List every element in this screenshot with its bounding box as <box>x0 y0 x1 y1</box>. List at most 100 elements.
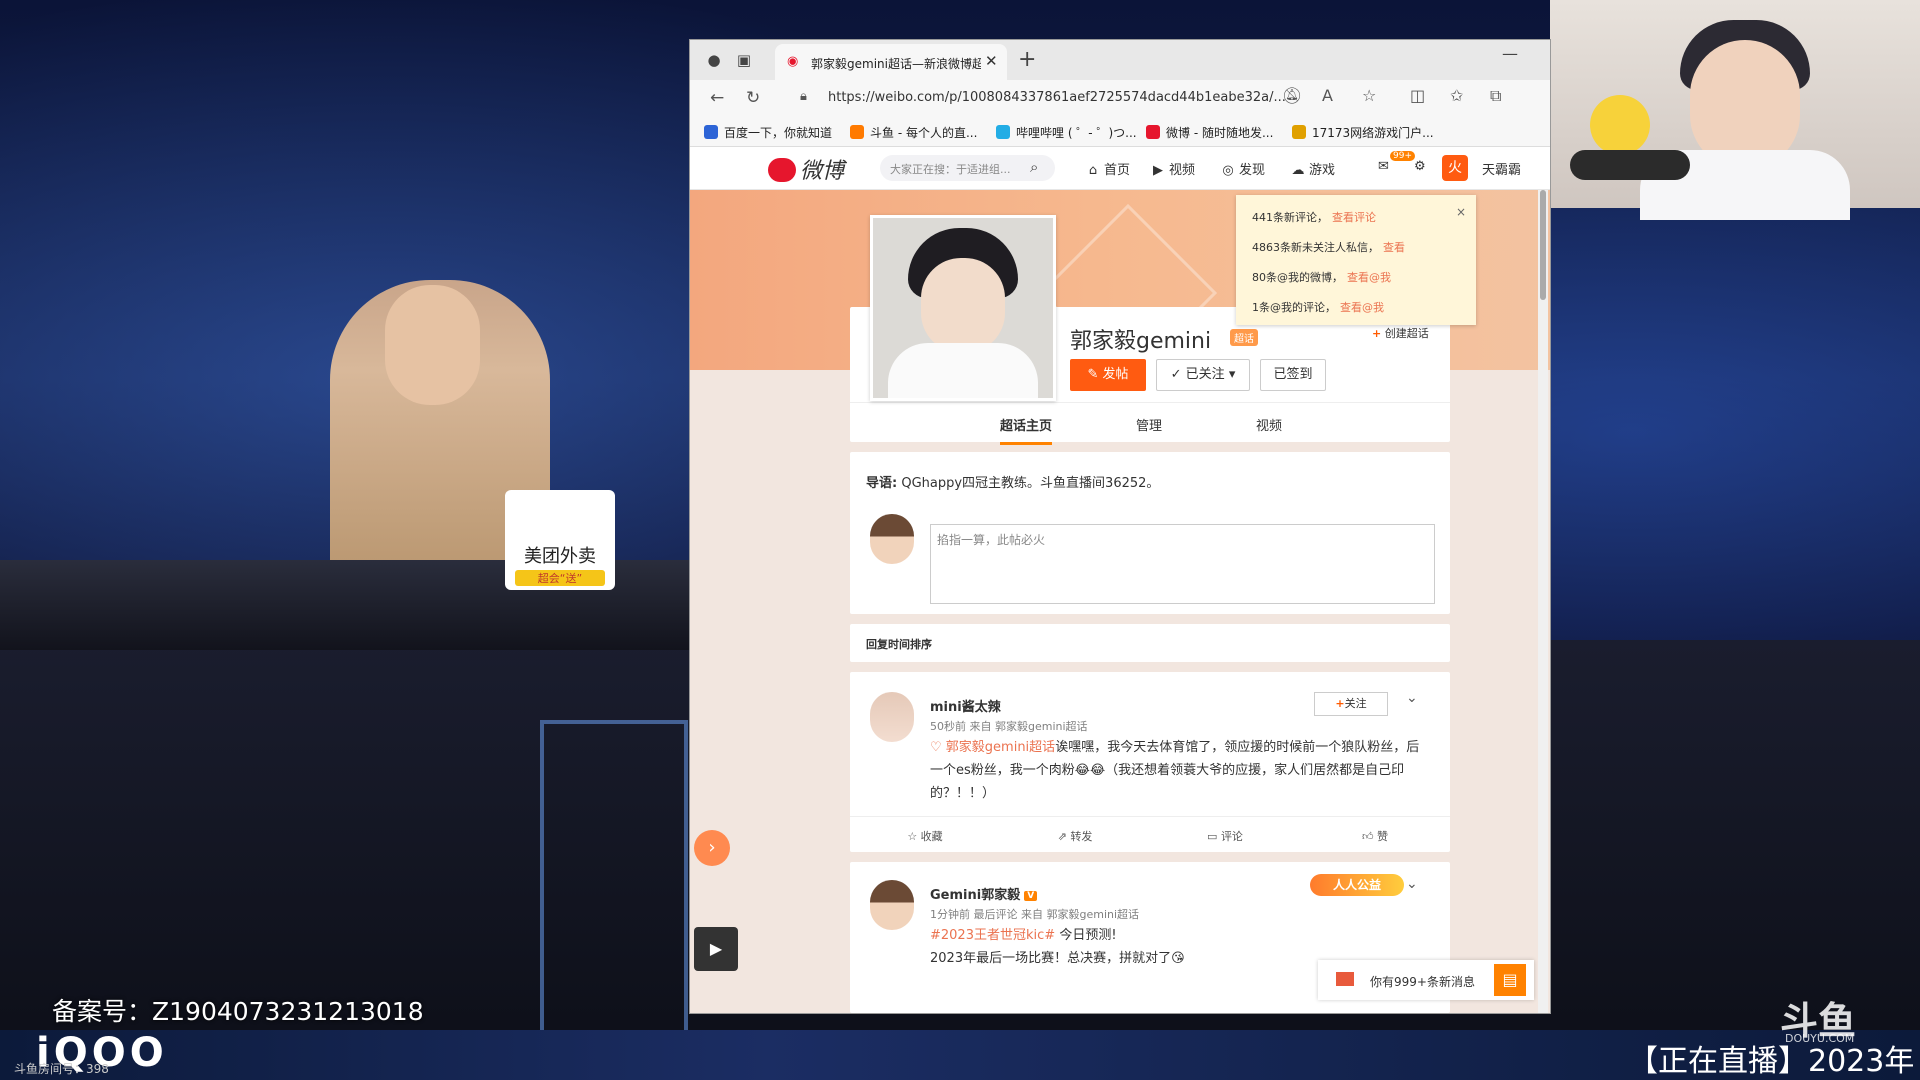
stage-k-logo <box>540 720 688 1058</box>
mute-icon[interactable]: 🔕︎ <box>1282 86 1302 105</box>
close-icon[interactable]: × <box>1456 205 1466 219</box>
notify-row: 1条@我的评论， 查看@我 <box>1252 301 1384 314</box>
weibo-eye-icon <box>768 158 796 182</box>
tab-title: 郭家毅gemini超话—新浪微博超话 <box>811 57 981 71</box>
message-bar[interactable]: 你有999+条新消息 ▤ <box>1318 960 1534 1000</box>
microphone <box>1570 150 1690 180</box>
compass-icon: ◎ <box>1222 163 1234 178</box>
video-icon: ▶ <box>1153 163 1163 178</box>
17173-icon <box>1292 125 1306 139</box>
post-actions: ☆ 收藏 ⇗ 转发 ▭ 评论 👍︎ 赞 <box>850 816 1450 853</box>
scrollbar-thumb[interactable] <box>1540 190 1546 300</box>
chat-bubble-icon[interactable]: ▤ <box>1494 964 1526 996</box>
search-placeholder: 大家正在搜：于适进组... <box>890 163 1011 176</box>
minimize-icon[interactable]: — <box>1502 44 1518 63</box>
tab-topic-home[interactable]: 超话主页 <box>1000 415 1053 445</box>
hot-icon[interactable]: 火 <box>1442 155 1468 181</box>
collections-icon[interactable]: ⧉ <box>1490 86 1501 106</box>
topic-tag[interactable]: #2023王者世冠kic# <box>930 928 1055 943</box>
nav-game[interactable]: ☁ 游戏 <box>1290 159 1336 178</box>
topic-avatar[interactable] <box>870 215 1056 401</box>
follow-button[interactable]: +关注 <box>1314 692 1388 716</box>
favorites-icon[interactable]: ✩ <box>1450 86 1463 105</box>
notification-popup: × 441条新评论， 查看评论 4863条新未关注人私信， 查看 80条@我的微博，… <box>1236 195 1476 325</box>
message-bar-text: 你有999+条新消息 <box>1370 975 1475 989</box>
play-icon[interactable]: ▶ <box>694 927 738 971</box>
split-screen-icon[interactable]: ◫ <box>1410 86 1425 105</box>
profile-icon[interactable]: ● <box>704 50 724 70</box>
nav-discover[interactable]: ◎ 发现 <box>1220 159 1265 178</box>
weibo-page: 微博 大家正在搜：于适进组... ⌕ ⌂ 首页 ▶ 视频 ◎ 发现 ☁ 游戏 ✉ 99+… <box>690 147 1550 1013</box>
comment-button[interactable]: ▭ 评论 <box>1150 828 1300 844</box>
bookmark-weibo[interactable]: 微博 - 随时随地发... <box>1146 124 1273 141</box>
notify-link[interactable]: 查看@我 <box>1347 271 1391 284</box>
baidu-icon <box>704 125 718 139</box>
signed-in-button[interactable]: 已签到 <box>1260 359 1326 391</box>
intro-text: 导语: QGhappy四冠主教练。斗鱼直播间36252。 <box>866 476 1160 491</box>
nav-home[interactable]: ⌂ 首页 <box>1085 159 1130 178</box>
collect-button[interactable]: ☆ 收藏 <box>850 828 1000 844</box>
charity-badge: 人人公益 <box>1310 874 1404 896</box>
followed-button[interactable]: ✓ 已关注 ▾ <box>1156 359 1250 391</box>
like-button[interactable]: 👍︎ 赞 <box>1300 828 1450 844</box>
tab-actions-icon[interactable]: ▣ <box>734 50 754 70</box>
tab-manage[interactable]: 管理 <box>1136 415 1162 434</box>
chevron-right-icon[interactable]: › <box>694 830 730 866</box>
post-author[interactable]: mini酱太辣 <box>930 696 1001 715</box>
close-tab-icon[interactable]: ✕ <box>985 52 998 70</box>
back-icon[interactable]: ← <box>710 88 724 108</box>
search-input[interactable]: 大家正在搜：于适进组... ⌕ <box>880 155 1055 181</box>
scrollbar[interactable] <box>1538 190 1548 1013</box>
tab-bar: ● ▣ ◉ 郭家毅gemini超话—新浪微博超话 ✕ + — <box>690 40 1550 80</box>
favorite-star-icon[interactable]: ☆ <box>1362 86 1376 105</box>
read-aloud-icon[interactable]: A <box>1322 86 1333 105</box>
post-avatar[interactable] <box>870 880 914 930</box>
sort-bar: 回复时间排序 <box>850 624 1450 662</box>
post-button[interactable]: ✎ 发帖 <box>1070 359 1146 391</box>
browser-tab[interactable]: ◉ 郭家毅gemini超话—新浪微博超话 ✕ <box>775 44 1007 80</box>
nav-video[interactable]: ▶ 视频 <box>1150 159 1195 178</box>
settings-gear-icon[interactable]: ⚙ <box>1414 159 1426 174</box>
chevron-down-icon[interactable]: ⌄ <box>1406 876 1418 892</box>
message-badge: 99+ <box>1390 151 1415 161</box>
post-item: mini酱太辣 50秒前 来自 郭家毅gemini超话 +关注 ⌄ ♡ 郭家毅g… <box>850 672 1450 852</box>
message-icon[interactable]: ✉ <box>1378 159 1389 174</box>
notify-row: 4863条新未关注人私信， 查看 <box>1252 241 1405 254</box>
tab-video[interactable]: 视频 <box>1256 415 1282 434</box>
browser-window: ● ▣ ◉ 郭家毅gemini超话—新浪微博超话 ✕ + — ← ↻ 🔒︎ ht… <box>690 40 1550 1013</box>
live-status-text: 【正在直播】2023年 <box>1628 1044 1915 1079</box>
bookmark-baidu[interactable]: 百度一下，你就知道 <box>704 124 832 141</box>
repost-button[interactable]: ⇗ 转发 <box>1000 828 1150 844</box>
post-avatar[interactable] <box>870 692 914 742</box>
new-tab-icon[interactable]: + <box>1018 47 1036 72</box>
nav-username[interactable]: 天霸霸 <box>1482 159 1521 178</box>
bookmark-douyu[interactable]: 斗鱼 - 每个人的直... <box>850 124 977 141</box>
notify-link[interactable]: 查看@我 <box>1340 301 1384 314</box>
douyu-icon <box>850 125 864 139</box>
pikachu-figure <box>1590 95 1650 155</box>
notify-row: 441条新评论， 查看评论 <box>1252 211 1376 224</box>
verified-badge: V <box>1024 891 1038 901</box>
notify-link[interactable]: 查看评论 <box>1332 211 1376 224</box>
post-author[interactable]: Gemini郭家毅 V <box>930 884 1038 903</box>
chevron-down-icon[interactable]: ⌄ <box>1406 690 1418 706</box>
lock-icon: 🔒︎ <box>800 89 807 104</box>
post-input[interactable]: 掐指一算，此帖必火 <box>930 524 1435 604</box>
douyu-site: DOUYU.COM <box>1785 1032 1855 1045</box>
bookmarks-bar: 百度一下，你就知道 斗鱼 - 每个人的直... 哔哩哔哩 ( ゜- ゜)つ...… <box>690 116 1550 147</box>
topic-tag[interactable]: ♡ 郭家毅gemini超话 <box>930 740 1055 755</box>
bookmark-17173[interactable]: 17173网络游戏门户... <box>1292 124 1434 141</box>
sort-label[interactable]: 回复时间排序 <box>866 636 932 652</box>
weibo-logo[interactable]: 微博 <box>768 153 844 185</box>
search-icon[interactable]: ⌕ <box>1030 158 1038 176</box>
weibo-favicon-icon: ◉ <box>787 54 799 69</box>
bookmark-bilibili[interactable]: 哔哩哔哩 ( ゜- ゜)つ... <box>996 124 1137 141</box>
notify-row: 80条@我的微博， 查看@我 <box>1252 271 1391 284</box>
notify-link[interactable]: 查看 <box>1383 241 1405 254</box>
refresh-icon[interactable]: ↻ <box>746 88 760 108</box>
create-topic-link[interactable]: + 创建超话 <box>1372 325 1429 341</box>
webcam-overlay <box>1550 0 1920 220</box>
room-number: 斗鱼房间号：398 <box>14 1062 109 1076</box>
intro-card: 导语: QGhappy四冠主教练。斗鱼直播间36252。 掐指一算，此帖必火 <box>850 452 1450 614</box>
bilibili-icon <box>996 125 1010 139</box>
